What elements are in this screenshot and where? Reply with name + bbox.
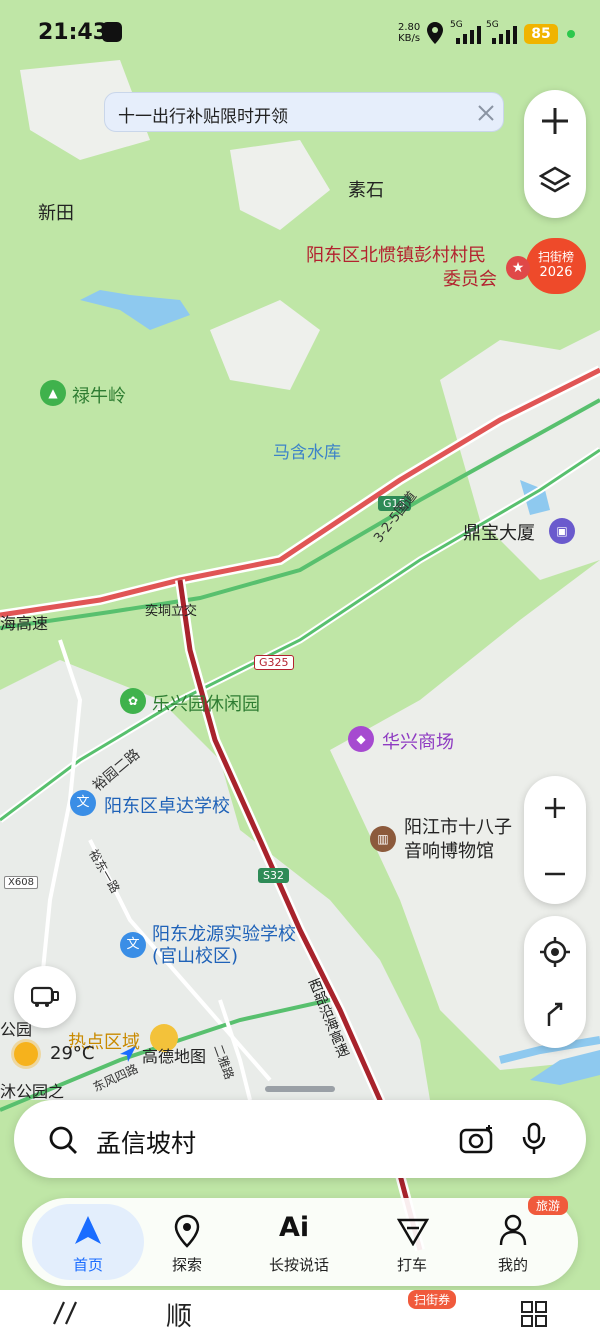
bus-icon <box>31 986 59 1007</box>
navigation-arrow-icon <box>120 1046 136 1062</box>
search-input[interactable]: 孟信坡村 <box>96 1124 196 1160</box>
camera-icon[interactable] <box>459 1124 495 1154</box>
map-pin-icon <box>174 1214 200 1248</box>
promo-banner-text: 十一出行补贴限时开领 <box>118 107 288 127</box>
tab-home-label: 首页 <box>72 1256 103 1274</box>
microphone-icon[interactable] <box>522 1122 546 1156</box>
signal-icon <box>492 26 517 44</box>
bottom-tab-bar: 首页 探索 Ai 长按说话 打车 我的 <box>22 1198 578 1286</box>
person-icon <box>499 1214 527 1246</box>
route-icon[interactable] <box>541 1000 569 1028</box>
locate-icon[interactable] <box>539 936 571 968</box>
hot-street-badge-year: 2026 <box>539 265 573 280</box>
search-icon <box>49 1126 77 1154</box>
star-icon: ★ <box>506 256 530 280</box>
road-shield: X608 <box>4 876 38 889</box>
promo-banner[interactable]: 十一出行补贴限时开领 <box>104 92 504 132</box>
status-bar: 21:43 2.80 KB/s 5G 5G 85 <box>0 0 600 66</box>
grid-icon[interactable] <box>520 1300 548 1328</box>
museum-icon: ▥ <box>370 826 396 852</box>
taxi-icon <box>397 1218 429 1246</box>
net-speed: 2.80 KB/s <box>398 22 421 44</box>
road-icon[interactable] <box>50 1298 80 1328</box>
school-icon: 文 <box>120 932 146 958</box>
park-icon: ✿ <box>120 688 146 714</box>
poi-park[interactable]: 乐兴园休闲园 <box>152 690 260 716</box>
search-bar[interactable]: 孟信坡村 <box>14 1100 586 1178</box>
app-notification-icon <box>102 22 122 42</box>
tab-explore-label: 探索 <box>171 1256 202 1274</box>
coupon-badge[interactable]: 扫街券 <box>408 1290 457 1309</box>
reservoir-label[interactable]: 马含水库 <box>273 438 341 463</box>
locate-panel <box>524 916 586 1048</box>
tab-home[interactable]: 首页 <box>38 1198 138 1286</box>
status-time: 21:43 <box>38 20 109 45</box>
add-icon[interactable] <box>540 106 570 136</box>
brand-label: 高德地图 <box>142 1047 207 1066</box>
tab-voice-label: 长按说话 <box>268 1256 329 1274</box>
battery-indicator: 85 <box>524 24 558 44</box>
road-shield: S32 <box>258 868 289 883</box>
transit-button[interactable] <box>14 966 76 1028</box>
drag-handle[interactable] <box>265 1086 335 1092</box>
poi-museum[interactable]: 阳江市十八子 音响博物馆 <box>404 816 512 864</box>
ai-icon: Ai <box>279 1212 310 1243</box>
place-label[interactable]: 沐公园之 <box>0 1078 64 1102</box>
shopping-icon: ◆ <box>348 726 374 752</box>
poi-village-committee[interactable]: 阳东区北惯镇彭村村民 委员会 <box>306 244 497 292</box>
place-label[interactable]: 新田 <box>38 199 74 225</box>
tab-taxi-label: 打车 <box>396 1256 427 1274</box>
close-icon[interactable] <box>476 103 496 123</box>
interchange-label[interactable]: 奕垌立交 <box>145 600 197 619</box>
building-icon: ▣ <box>549 518 575 544</box>
hot-street-badge[interactable]: 扫街榜 2026 <box>526 238 586 294</box>
navigation-icon <box>75 1216 101 1244</box>
tab-profile-label: 我的 <box>497 1256 528 1274</box>
road-shield: G325 <box>254 655 294 670</box>
zoom-in-icon[interactable] <box>543 796 567 820</box>
location-icon <box>427 22 443 44</box>
tab-taxi[interactable]: 打车 <box>362 1198 462 1286</box>
bottom-strip: 顺 扫街券 <box>0 1290 600 1335</box>
school-icon: 文 <box>70 790 96 816</box>
hot-street-badge-title: 扫街榜 <box>537 250 574 264</box>
mountain-icon: ▲ <box>40 380 66 406</box>
highway-label: 海高速 <box>0 614 49 633</box>
tab-explore[interactable]: 探索 <box>137 1198 237 1286</box>
shun-label[interactable]: 顺 <box>166 1296 192 1333</box>
map-tools-panel <box>524 90 586 218</box>
tab-voice[interactable]: Ai 长按说话 <box>249 1198 349 1286</box>
zoom-panel <box>524 776 586 904</box>
poi-school-2[interactable]: 阳东龙源实验学校 (官山校区) <box>152 924 296 968</box>
battery-level: 85 <box>531 26 551 42</box>
poi-mountain[interactable]: 禄牛岭 <box>72 382 126 408</box>
zoom-out-icon[interactable] <box>543 862 567 886</box>
trip-badge[interactable]: 旅游 <box>528 1196 569 1215</box>
poi-building[interactable]: 鼎宝大厦 <box>463 519 535 545</box>
signal-icon <box>456 26 481 44</box>
poi-school[interactable]: 阳东区卓达学校 <box>104 792 230 818</box>
layers-icon[interactable] <box>539 166 571 196</box>
status-dot <box>567 30 575 38</box>
weather-temp[interactable]: 29°C <box>50 1043 94 1064</box>
sun-icon <box>14 1042 38 1066</box>
poi-mall[interactable]: 华兴商场 <box>382 728 454 754</box>
place-label[interactable]: 素石 <box>348 176 384 202</box>
